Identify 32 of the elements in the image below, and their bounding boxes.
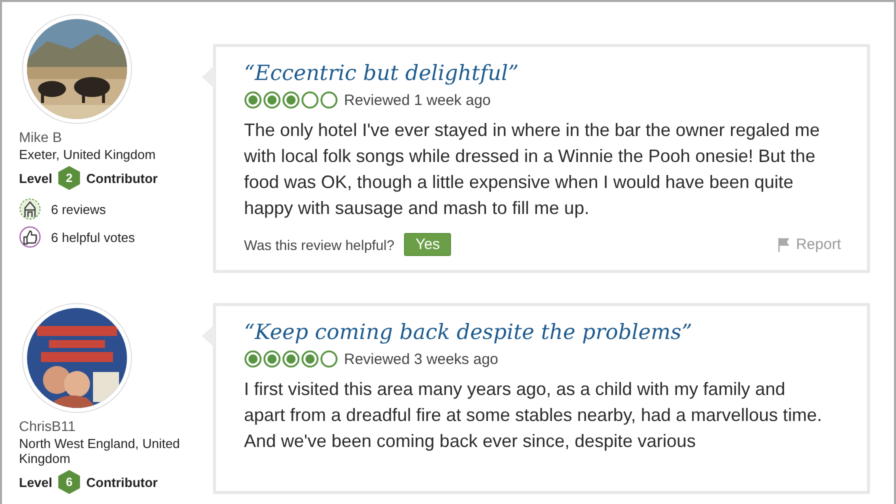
rating-bubble — [301, 91, 319, 109]
rating-bubble — [301, 350, 319, 368]
level-label: Level — [19, 474, 52, 490]
flag-icon — [776, 236, 792, 252]
rating-bubble — [244, 350, 262, 368]
review-date: Reviewed 3 weeks ago — [344, 350, 498, 368]
reviewer-name[interactable]: ChrisB11 — [19, 418, 213, 434]
rating-bubble — [263, 350, 281, 368]
thumbs-up-icon — [19, 226, 41, 248]
reviewer-location: North West England, United Kingdom — [19, 436, 181, 466]
review-title[interactable]: “Keep coming back despite the problems” — [244, 316, 841, 348]
rating-bubble — [244, 91, 262, 109]
rating-bubble — [263, 91, 281, 109]
reviewer-name[interactable]: Mike B — [19, 129, 213, 145]
reviewer-location: Exeter, United Kingdom — [19, 147, 157, 162]
review-date: Reviewed 1 week ago — [344, 92, 491, 108]
review-text: The only hotel I've ever stayed in where in the bar the owner regaled me with local folk songs while dressed in a Winnie the Pooh onesie! But the food was OK, though a little expensive when I would have been quite happy with sausage and mash to fill me up. — [244, 119, 821, 220]
rating-bubble — [282, 91, 300, 109]
building-icon — [19, 198, 41, 220]
contributor-label: Contributor — [86, 170, 158, 186]
stat-text: 6 reviews — [51, 202, 106, 216]
rating-bubble — [320, 350, 338, 368]
review-text: I first visited this area many years ago, as a child with my family and apart from a dreadful fire at some stables nearby, had a marvellous time. And we've been coming back ever since, despite various — [244, 378, 823, 453]
review-title[interactable]: “Eccentric but delightful” — [244, 57, 841, 89]
rating-bubble — [320, 91, 338, 109]
contributor-label: Contributor — [86, 474, 158, 490]
stat-text: 6 helpful votes — [51, 230, 135, 244]
level-badge: 6 — [58, 470, 80, 494]
level-badge: 2 — [58, 166, 80, 190]
helpful-prompt: Was this review helpful? — [244, 236, 394, 252]
level-label: Level — [19, 170, 52, 186]
rating-bubble — [282, 350, 300, 368]
